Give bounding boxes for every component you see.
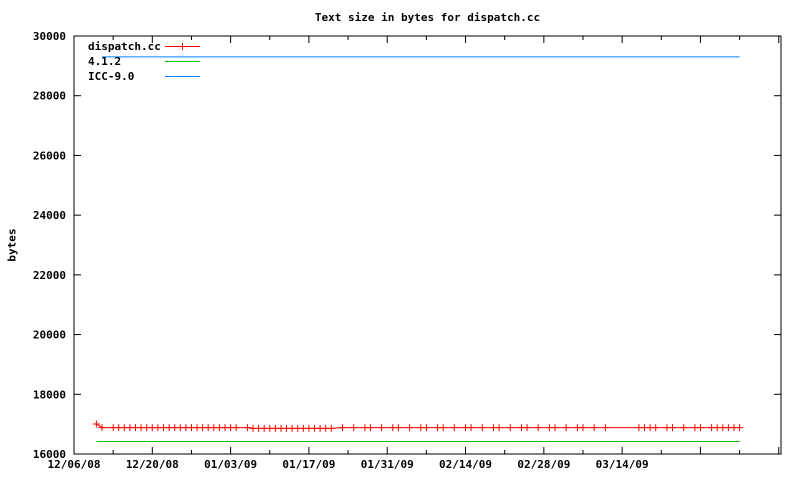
y-tick-label: 24000: [33, 209, 66, 222]
legend-label: 4.1.2: [88, 55, 122, 68]
legend-item-gcc-4-1-2: 4.1.2: [88, 54, 161, 69]
x-tick-label: 01/03/09: [204, 458, 257, 471]
x-tick-label: 02/14/09: [439, 458, 492, 471]
x-tick-label: 12/06/08: [48, 458, 101, 471]
legend-item-dispatch-cc: dispatch.cc: [88, 39, 161, 54]
gnuplot-chart-window: Text size in bytes for dispatch.cc bytes…: [0, 0, 800, 480]
y-tick-label: 30000: [33, 30, 66, 43]
series-markers-dispatch-cc: [92, 420, 744, 432]
x-tick-label: 12/20/08: [126, 458, 179, 471]
legend: dispatch.cc 4.1.2 ICC-9.0: [88, 39, 161, 84]
y-tick-label: 20000: [33, 329, 66, 342]
y-tick-label: 28000: [33, 90, 66, 103]
x-tick-label: 03/14/09: [596, 458, 649, 471]
plot-border: [73, 35, 782, 455]
y-tick-label: 18000: [33, 388, 66, 401]
legend-label: dispatch.cc: [88, 40, 161, 53]
legend-item-icc-9-0: ICC-9.0: [88, 69, 161, 84]
legend-label: ICC-9.0: [88, 70, 135, 83]
legend-sample-marker: [179, 43, 186, 50]
x-tick-label: 01/17/09: [282, 458, 335, 471]
y-tick-label: 22000: [33, 269, 66, 282]
x-tick-label: 02/28/09: [517, 458, 570, 471]
y-tick-label: 26000: [33, 149, 66, 162]
x-tick-label: 01/31/09: [361, 458, 414, 471]
